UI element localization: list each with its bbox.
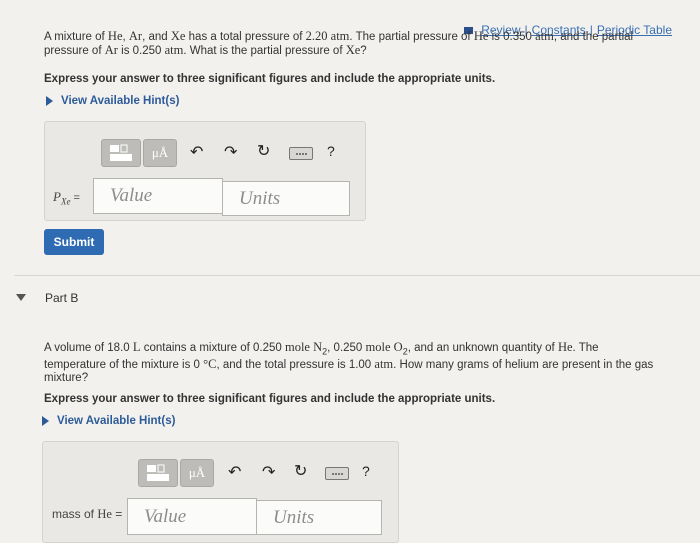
undo-icon[interactable]: ↶ xyxy=(228,462,241,482)
part-a-instructions: Express your answer to three significant… xyxy=(44,73,496,85)
help-icon[interactable]: ? xyxy=(327,143,335,159)
expand-icon xyxy=(42,416,49,426)
value-field[interactable] xyxy=(94,179,222,213)
template-grid-icon xyxy=(110,144,132,161)
part-b-hint-toggle[interactable]: View Available Hint(s) xyxy=(42,415,175,427)
part-a-problem: A mixture of He, Ar, and Xe has a total … xyxy=(44,29,634,58)
part-a-units-input[interactable] xyxy=(222,181,350,216)
submit-button[interactable]: Submit xyxy=(44,229,104,255)
collapse-icon[interactable] xyxy=(16,294,26,301)
redo-icon[interactable]: ↷ xyxy=(262,462,275,482)
part-b-units-input[interactable] xyxy=(256,500,382,535)
templates-button[interactable] xyxy=(138,459,178,487)
section-divider xyxy=(14,275,700,276)
templates-button[interactable] xyxy=(101,139,141,167)
expand-icon xyxy=(46,96,53,106)
reset-icon[interactable]: ↻ xyxy=(294,461,307,481)
units-button[interactable]: μÅ xyxy=(180,459,214,487)
pxe-label: PXe = xyxy=(53,189,80,207)
redo-icon[interactable]: ↷ xyxy=(224,142,237,162)
part-b-title[interactable]: Part B xyxy=(45,291,78,305)
units-field[interactable] xyxy=(223,182,349,215)
keyboard-icon[interactable] xyxy=(325,467,349,480)
units-button[interactable]: μÅ xyxy=(143,139,177,167)
part-b-instructions: Express your answer to three significant… xyxy=(44,393,496,405)
units-field[interactable] xyxy=(257,501,381,534)
keyboard-icon[interactable] xyxy=(289,147,313,160)
part-a-value-input[interactable] xyxy=(93,178,223,214)
template-grid-icon xyxy=(147,464,169,481)
mass-he-label: mass of He = xyxy=(52,507,123,521)
part-b-problem: A volume of 18.0 L contains a mixture of… xyxy=(44,340,654,385)
part-b-value-input[interactable] xyxy=(127,498,257,535)
part-a-hint-toggle[interactable]: View Available Hint(s) xyxy=(46,95,179,107)
help-icon[interactable]: ? xyxy=(362,463,370,479)
reset-icon[interactable]: ↻ xyxy=(257,141,270,161)
undo-icon[interactable]: ↶ xyxy=(190,142,203,162)
value-field[interactable] xyxy=(128,499,256,534)
